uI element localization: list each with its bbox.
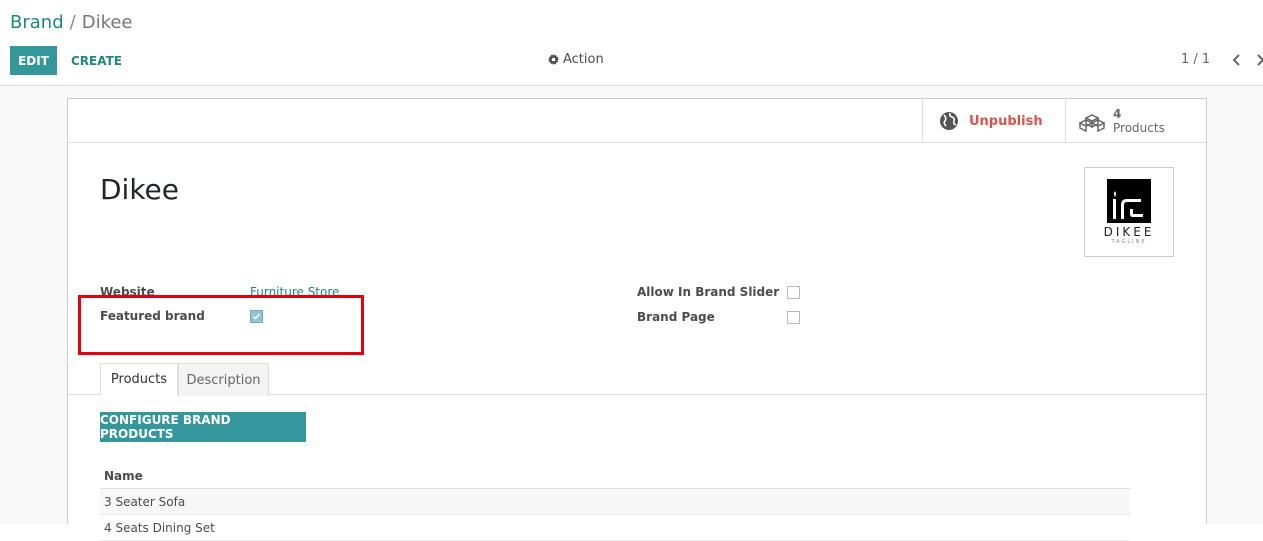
logo-tagline: TAGLINE — [1111, 239, 1147, 245]
brand-logo[interactable]: DIKEE TAGLINE — [1084, 167, 1174, 257]
action-label: Action — [563, 52, 604, 67]
table-row[interactable]: 3 Seater Sofa — [100, 489, 1130, 515]
cubes-icon — [1078, 114, 1106, 132]
breadcrumb-brand-link[interactable]: Brand — [10, 12, 64, 33]
gear-icon — [548, 54, 559, 65]
control-panel: Brand / Dikee EDIT CREATE Action 1 / 1 — [0, 0, 1263, 86]
allow-brand-slider-checkbox[interactable] — [787, 286, 800, 299]
table-row[interactable]: 4 Seats Dining Set — [100, 515, 1130, 541]
breadcrumb-separator: / — [69, 12, 76, 33]
button-box: Unpublish 4 Products — [68, 99, 1206, 143]
products-count: 4 — [1113, 107, 1122, 121]
unpublish-label: Unpublish — [969, 113, 1043, 129]
brand-page-checkbox[interactable] — [787, 311, 800, 324]
breadcrumb: Brand / Dikee — [10, 12, 133, 33]
products-column-header[interactable]: Name — [100, 463, 1130, 489]
edit-button[interactable]: EDIT — [10, 46, 57, 75]
chevron-right-icon[interactable] — [1254, 51, 1263, 69]
globe-icon — [940, 112, 958, 130]
notebook-tabs: Products Description — [68, 363, 1206, 396]
unpublish-button[interactable]: Unpublish — [922, 99, 1065, 143]
tab-products[interactable]: Products — [100, 363, 178, 396]
action-menu[interactable]: Action — [548, 52, 604, 67]
highlight-annotation — [78, 295, 364, 355]
brand-page-label: Brand Page — [637, 310, 715, 324]
allow-brand-slider-label: Allow In Brand Slider — [637, 285, 780, 299]
logo-name: DIKEE — [1103, 225, 1155, 239]
dikee-logo-mark — [1107, 179, 1151, 223]
configure-brand-products-button[interactable]: CONFIGURE BRAND PRODUCTS — [100, 412, 306, 442]
tab-description[interactable]: Description — [178, 363, 269, 396]
products-stat-button[interactable]: 4 Products — [1065, 99, 1206, 143]
chevron-left-icon[interactable] — [1230, 51, 1244, 69]
breadcrumb-current: Dikee — [81, 12, 133, 33]
products-label: Products — [1113, 121, 1165, 135]
record-title: Dikee — [100, 173, 180, 206]
create-button[interactable]: CREATE — [62, 46, 131, 75]
pager-value[interactable]: 1 / 1 — [1181, 52, 1210, 67]
